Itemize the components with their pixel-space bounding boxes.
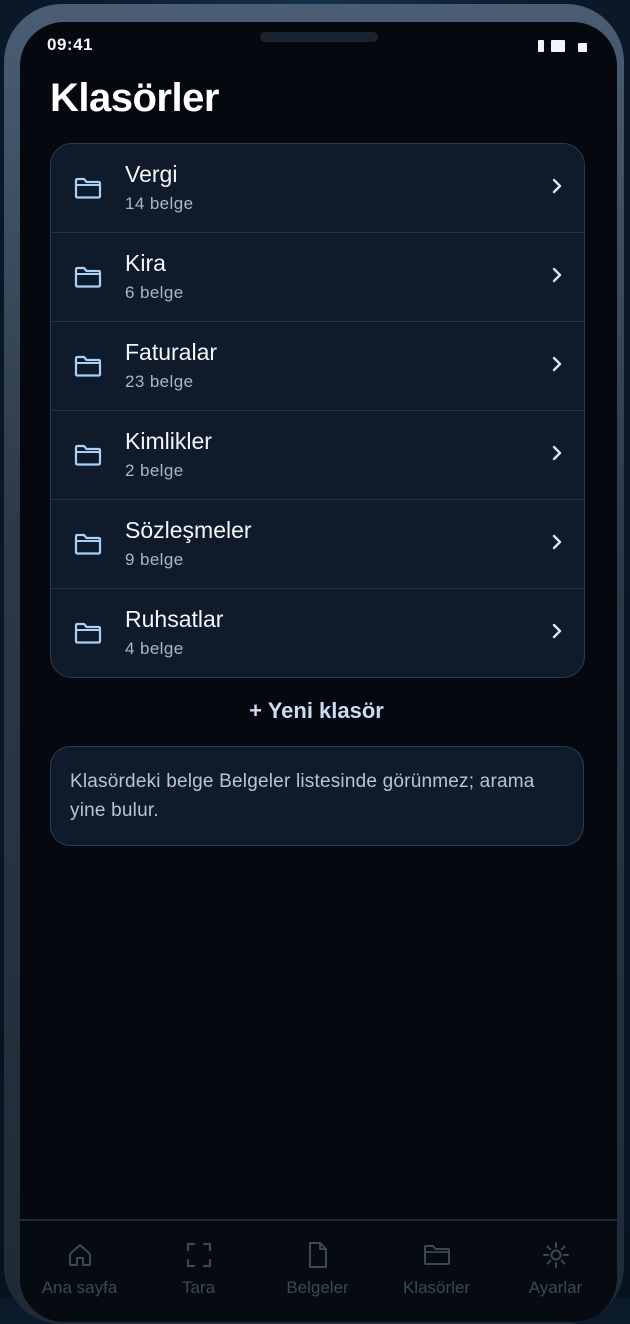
tab-label: Ana sayfa [41, 1278, 118, 1297]
folder-icon [74, 444, 102, 466]
folder-count: 2 belge [125, 461, 184, 480]
folder-count: 23 belge [125, 372, 194, 391]
folder-name: Vergi [125, 161, 178, 187]
signal-icon [538, 40, 544, 52]
folder-row-vergi[interactable]: Vergi 14 belge [51, 144, 584, 233]
phone-frame: 09:41 Klasörler Vergi 14 belge Kira 6 be… [4, 4, 624, 1324]
bottom-tab-bar: Ana sayfa Tara Belgeler Klasörler Ayarla… [20, 1219, 617, 1322]
folder-count: 4 belge [125, 639, 184, 658]
wifi-icon [551, 40, 565, 52]
settings-icon [543, 1242, 569, 1268]
status-time: 09:41 [47, 35, 93, 54]
new-folder-button[interactable]: + Yeni klasör [50, 698, 583, 724]
folder-row-kira[interactable]: Kira 6 belge [51, 233, 584, 322]
chevron-right-icon [552, 267, 562, 283]
status-icons [538, 40, 587, 52]
folder-row-kimlikler[interactable]: Kimlikler 2 belge [51, 411, 584, 500]
chevron-right-icon [552, 534, 562, 550]
phone-screen: 09:41 Klasörler Vergi 14 belge Kira 6 be… [20, 22, 617, 1322]
folder-count: 14 belge [125, 194, 194, 213]
tab-label: Belgeler [286, 1278, 349, 1297]
folder-icon [424, 1245, 450, 1265]
chevron-right-icon [552, 623, 562, 639]
tab-label: Tara [181, 1278, 216, 1297]
chevron-right-icon [552, 178, 562, 194]
folder-name: Ruhsatlar [125, 606, 224, 632]
chevron-right-icon [552, 445, 562, 461]
folder-name: Kimlikler [125, 428, 212, 454]
folder-name: Sözleşmeler [125, 517, 252, 543]
folder-icon [74, 533, 102, 555]
tab-label: Klasörler [402, 1278, 471, 1297]
folder-name: Kira [125, 250, 166, 276]
folder-icon [74, 177, 102, 199]
battery-icon [578, 43, 587, 52]
folder-icon [74, 355, 102, 377]
folder-icon [74, 622, 102, 644]
folder-row-ruhsatlar[interactable]: Ruhsatlar 4 belge [51, 589, 584, 677]
folder-row-faturalar[interactable]: Faturalar 23 belge [51, 322, 584, 411]
folder-list: Vergi 14 belge Kira 6 belge Faturalar 23… [50, 143, 585, 678]
scan-icon [186, 1242, 212, 1268]
folder-count: 6 belge [125, 283, 184, 302]
folder-count: 9 belge [125, 550, 184, 569]
folder-icon [74, 266, 102, 288]
chevron-right-icon [552, 356, 562, 372]
folder-row-sozlesmeler[interactable]: Sözleşmeler 9 belge [51, 500, 584, 589]
speaker-notch [260, 32, 378, 42]
document-icon [309, 1242, 327, 1268]
tab-label: Ayarlar [528, 1278, 583, 1297]
home-icon [69, 1244, 91, 1266]
page-title: Klasörler [50, 76, 219, 120]
info-note: Klasördeki belge Belgeler listesinde gör… [50, 746, 584, 846]
folder-name: Faturalar [125, 339, 218, 365]
